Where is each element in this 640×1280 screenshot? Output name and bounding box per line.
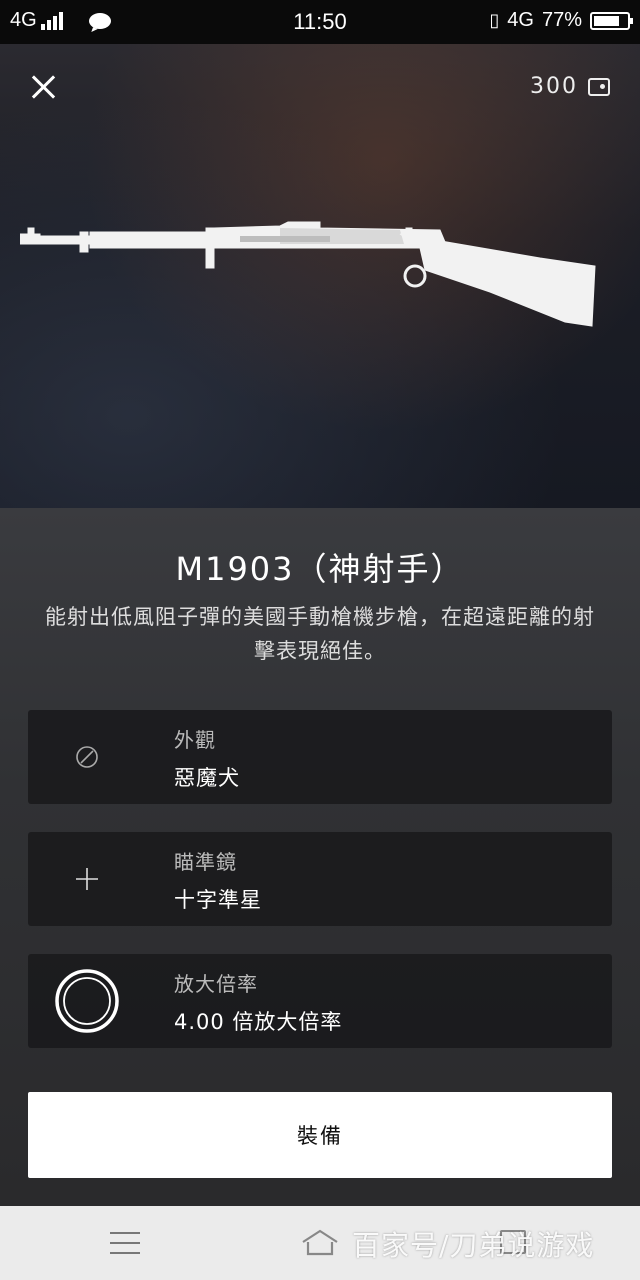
watermark: 百家号/刀弟说游戏 [352, 1229, 595, 1262]
menu-icon[interactable] [110, 1232, 140, 1254]
option-value: 惡魔犬 [174, 766, 240, 790]
option-row-magnification[interactable]: 放大倍率 4.00 倍放大倍率 [28, 954, 612, 1048]
disabled-circle-icon [28, 710, 146, 804]
equip-button[interactable]: 裝備 [28, 1092, 612, 1178]
wallet-icon [588, 77, 610, 96]
option-value: 4.00 倍放大倍率 [174, 1010, 343, 1034]
status-right: ▯ 4G 77% [489, 9, 633, 32]
battery-icon [590, 11, 633, 30]
crosshair-icon [28, 832, 146, 926]
magnification-ring-icon [28, 954, 146, 1048]
vibrate-icon: ▯ [489, 10, 500, 30]
weapon-hero: 300 [0, 44, 640, 508]
option-label: 外觀 [174, 728, 216, 752]
option-label: 放大倍率 [174, 972, 258, 996]
close-button[interactable] [26, 70, 60, 104]
option-row-appearance[interactable]: 外觀 惡魔犬 [28, 710, 612, 804]
weapon-detail-panel: M1903（神射手） 能射出低風阻子彈的美國手動槍機步槍，在超遠距離的射擊表現絕… [0, 508, 640, 1206]
option-row-scope[interactable]: 瞄準鏡 十字準星 [28, 832, 612, 926]
currency-amount: 300 [530, 74, 578, 99]
option-value: 十字準星 [174, 888, 262, 912]
system-nav-bar: 百家号/刀弟说游戏 [0, 1206, 640, 1280]
rifle-image [20, 221, 596, 327]
battery-percent: 77% [541, 9, 582, 31]
weapon-name: M1903（神射手） [175, 550, 465, 588]
weapon-description: 能射出低風阻子彈的美國手動槍機步槍，在超遠距離的射擊表現絕佳。 [45, 605, 595, 663]
option-label: 瞄準鏡 [174, 850, 237, 874]
currency-display: 300 [530, 74, 610, 99]
status-bar: 4G 11:50 ▯ 4G 77% [0, 0, 640, 44]
home-icon[interactable] [300, 1228, 340, 1258]
network-type-right: 4G [507, 9, 534, 31]
